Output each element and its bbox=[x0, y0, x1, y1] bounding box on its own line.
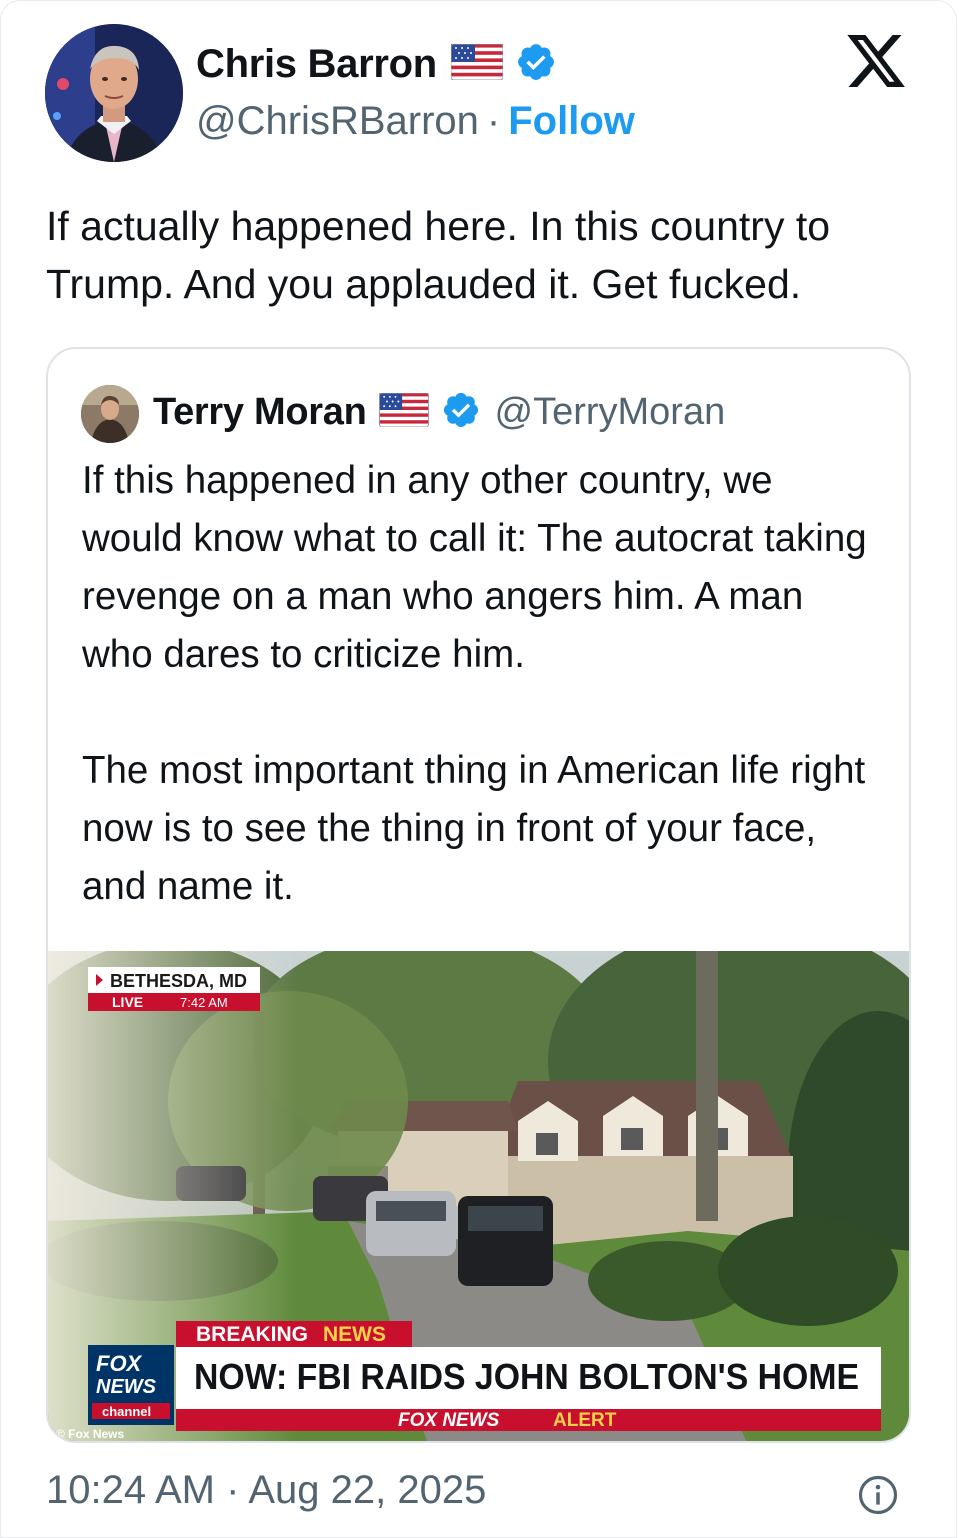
quoted-author-name[interactable]: Terry Moran bbox=[153, 391, 367, 434]
author-avatar[interactable] bbox=[45, 24, 183, 162]
quoted-author-handle[interactable]: @TerryMoran bbox=[495, 391, 726, 434]
location-label: BETHESDA, MD bbox=[110, 971, 247, 991]
quoted-author-avatar[interactable] bbox=[81, 385, 139, 443]
quoted-header: Terry Moran @TerryMoran bbox=[153, 387, 725, 437]
live-time: 7:42 AM bbox=[180, 995, 228, 1010]
quoted-tweet[interactable]: Terry Moran @TerryMoran If this happened… bbox=[46, 347, 911, 1443]
author-name-row: Chris Barron bbox=[196, 39, 557, 89]
us-flag-icon bbox=[450, 43, 504, 85]
author-name[interactable]: Chris Barron bbox=[196, 42, 437, 87]
breaking-label: BREAKING bbox=[196, 1323, 308, 1346]
verified-badge-icon bbox=[441, 390, 481, 435]
info-icon[interactable] bbox=[857, 1474, 899, 1516]
breaking-label-accent: NEWS bbox=[323, 1323, 386, 1346]
alert-label: FOX NEWS bbox=[398, 1410, 500, 1431]
quoted-paragraph: The most important thing in American lif… bbox=[82, 749, 866, 908]
author-handle-row: @ChrisRBarron · Follow bbox=[196, 99, 635, 144]
tweet-card: Chris Barron @ChrisRBarron · Follow If a… bbox=[0, 0, 957, 1538]
us-flag-icon bbox=[378, 392, 429, 432]
live-label: LIVE bbox=[112, 994, 143, 1010]
quoted-tweet-text: If this happened in any other country, w… bbox=[82, 452, 882, 916]
tweet-timestamp[interactable]: 10:24 AM · Aug 22, 2025 bbox=[46, 1468, 486, 1513]
x-logo-icon[interactable] bbox=[844, 29, 908, 93]
alert-label-accent: ALERT bbox=[553, 1410, 617, 1431]
fox-logo-line1: FOX bbox=[96, 1351, 143, 1376]
author-handle[interactable]: @ChrisRBarron bbox=[196, 99, 479, 144]
fox-logo-line3: channel bbox=[102, 1404, 151, 1419]
follow-button[interactable]: Follow bbox=[508, 99, 635, 144]
quoted-paragraph: If this happened in any other country, w… bbox=[82, 459, 867, 676]
tweet-text: If actually happened here. In this count… bbox=[46, 203, 831, 307]
verified-badge-icon bbox=[515, 41, 557, 88]
quoted-media-image[interactable]: BETHESDA, MD LIVE 7:42 AM BREAKING NEWS … bbox=[48, 951, 909, 1441]
separator: · bbox=[486, 99, 501, 143]
image-credit: © Fox News bbox=[56, 1427, 125, 1441]
headline: NOW: FBI RAIDS JOHN BOLTON'S HOME bbox=[194, 1356, 859, 1397]
fox-logo-line2: NEWS bbox=[96, 1376, 157, 1398]
